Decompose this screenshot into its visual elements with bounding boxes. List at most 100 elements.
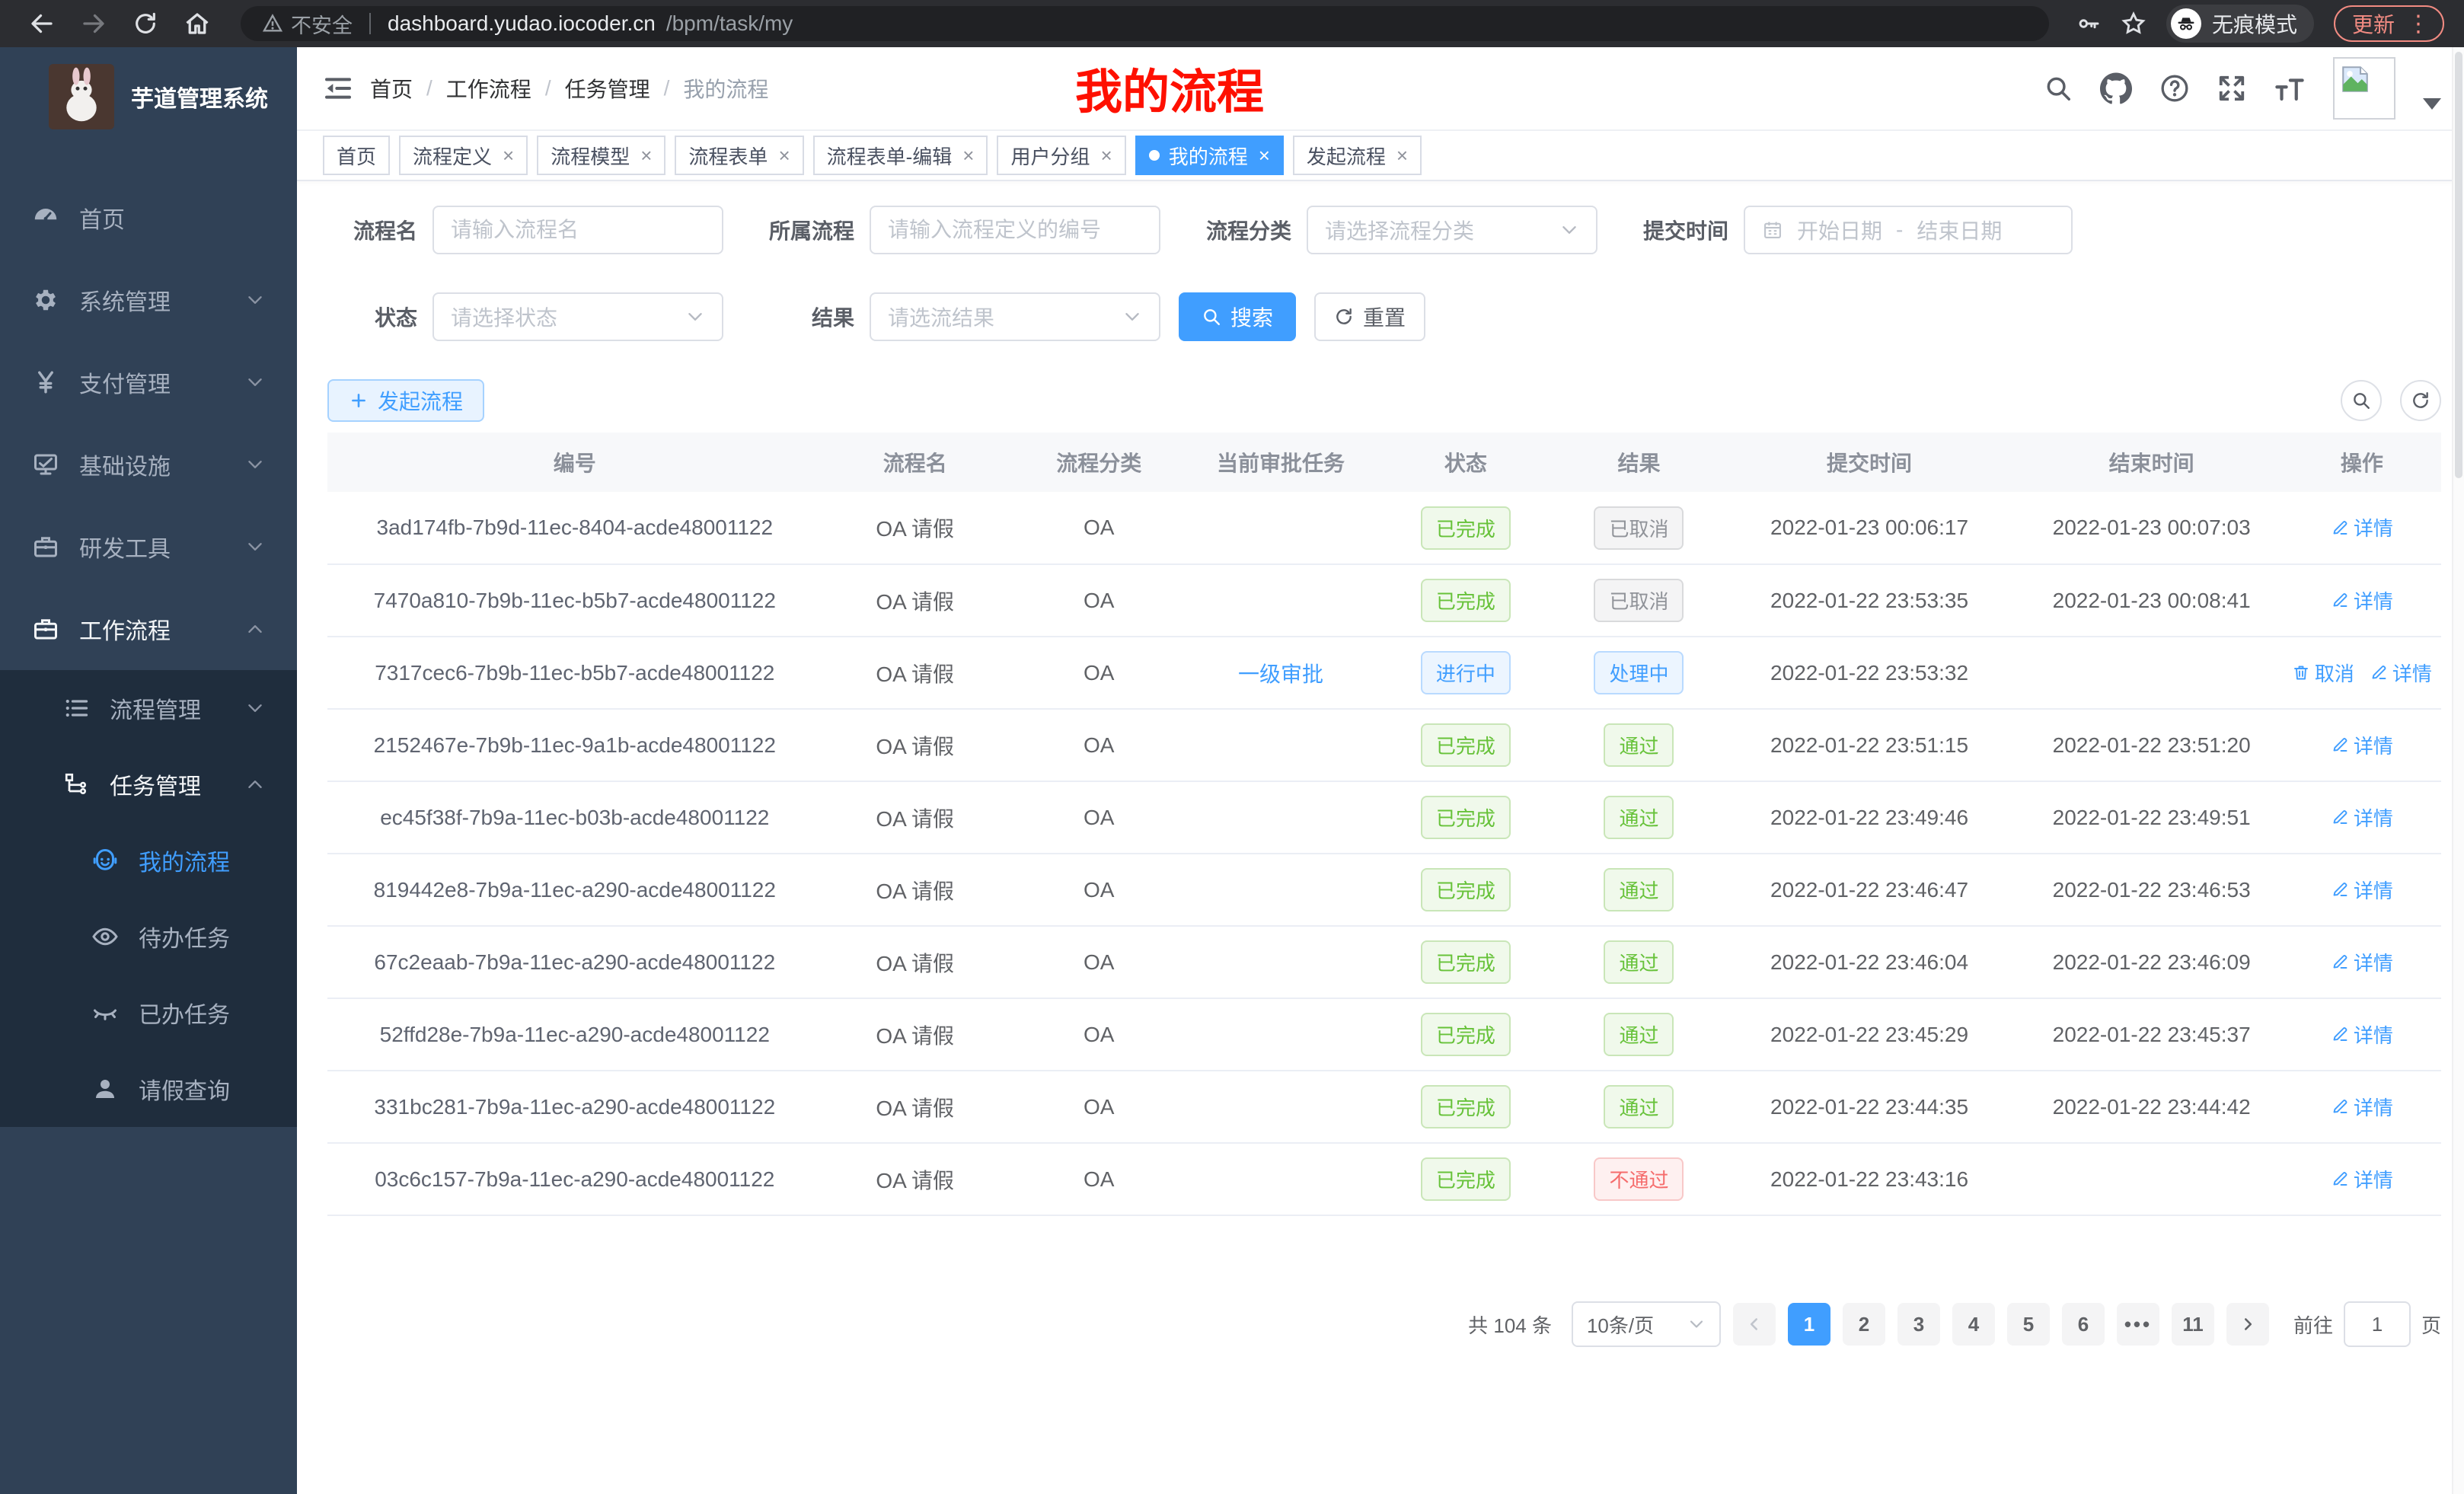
page-size-select[interactable]: 10条/页 (1572, 1301, 1721, 1347)
tab-my-process[interactable]: 我的流程 × (1135, 136, 1284, 175)
current-task-link[interactable]: 一级审批 (1238, 662, 1323, 686)
sidebar-item-devtools[interactable]: 研发工具 (0, 506, 297, 588)
submit-time-range-picker[interactable]: 开始日期 - 结束日期 (1744, 206, 2073, 254)
status-select[interactable]: 请选择状态 (432, 292, 723, 341)
font-size-icon[interactable] (2274, 72, 2306, 104)
page-button-11[interactable]: 11 (2172, 1303, 2214, 1346)
browser-home-button[interactable] (175, 7, 219, 40)
sidebar-item-home[interactable]: 首页 (0, 177, 297, 259)
tab-process-form-edit[interactable]: 流程表单-编辑 × (813, 136, 988, 175)
tab-process-form[interactable]: 流程表单 × (675, 136, 803, 175)
sidebar-item-infrastructure[interactable]: 基础设施 (0, 423, 297, 506)
sidebar-item-workflow[interactable]: 工作流程 (0, 588, 297, 670)
address-bar[interactable]: 不安全 dashboard.yudao.iocoder.cn/bpm/task/… (241, 6, 2049, 41)
page-button-5[interactable]: 5 (2007, 1303, 2050, 1346)
close-icon[interactable]: × (1396, 144, 1408, 168)
start-process-button[interactable]: 发起流程 (327, 379, 484, 422)
close-icon[interactable]: × (640, 144, 652, 168)
github-icon[interactable] (2100, 72, 2132, 104)
close-icon[interactable]: × (503, 144, 514, 168)
process-name-input[interactable] (432, 206, 723, 254)
refresh-table-button[interactable] (2400, 380, 2441, 421)
sidebar-item-payment[interactable]: 支付管理 (0, 341, 297, 423)
prev-page-button[interactable] (1733, 1303, 1776, 1346)
browser-refresh-button[interactable] (123, 7, 168, 40)
cell-category: OA (1008, 492, 1190, 564)
detail-link[interactable]: 详情 (2331, 1093, 2393, 1121)
tab-user-group[interactable]: 用户分组 × (997, 136, 1125, 175)
breadcrumb-item[interactable]: 工作流程 (446, 73, 531, 104)
search-icon[interactable] (2044, 74, 2073, 103)
page-button-2[interactable]: 2 (1843, 1303, 1885, 1346)
help-icon[interactable] (2159, 73, 2190, 104)
next-page-button[interactable] (2226, 1303, 2269, 1346)
sidebar-item-my-process[interactable]: 我的流程 (0, 822, 297, 899)
avatar[interactable] (2333, 57, 2395, 120)
result-badge: 通过 (1604, 940, 1674, 984)
logo-row[interactable]: 芋道管理系统 (0, 47, 297, 146)
cancel-link[interactable]: 取消 (2292, 659, 2354, 687)
scrollbar-thumb[interactable] (2455, 52, 2462, 478)
owner-process-input[interactable] (870, 206, 1160, 254)
cell-process-name: OA 请假 (822, 637, 1008, 709)
security-warning[interactable]: 不安全 (262, 9, 353, 39)
sidebar-item-system[interactable]: 系统管理 (0, 259, 297, 341)
result-select[interactable]: 请选流结果 (870, 292, 1160, 341)
column-header: 流程分类 (1008, 433, 1190, 492)
cell-process-id: 7317cec6-7b9b-11ec-b5b7-acde48001122 (327, 637, 822, 709)
sidebar-item-process-mgmt[interactable]: 流程管理 (0, 670, 297, 746)
detail-link[interactable]: 详情 (2331, 1020, 2393, 1049)
browser-forward-button[interactable] (72, 7, 116, 40)
breadcrumb-item[interactable]: 首页 (370, 73, 413, 104)
detail-link[interactable]: 详情 (2331, 1165, 2393, 1193)
tab-start-process[interactable]: 发起流程 × (1293, 136, 1422, 175)
close-icon[interactable]: × (1259, 144, 1270, 168)
page-button-4[interactable]: 4 (1952, 1303, 1995, 1346)
close-icon[interactable]: × (778, 144, 790, 168)
tab-home[interactable]: 首页 (323, 136, 390, 175)
cell-process-name: OA 请假 (822, 709, 1008, 781)
page-button-1[interactable]: 1 (1788, 1303, 1830, 1346)
tab-process-definition[interactable]: 流程定义 × (399, 136, 528, 175)
sidebar-item-task-mgmt[interactable]: 任务管理 (0, 746, 297, 822)
toggle-search-button[interactable] (2341, 380, 2382, 421)
sidebar-fold-icon[interactable] (320, 70, 356, 107)
fullscreen-icon[interactable] (2217, 74, 2246, 103)
sidebar-item-todo-tasks[interactable]: 待办任务 (0, 899, 297, 975)
goto-page-input[interactable] (2344, 1301, 2411, 1347)
bookmark-star-icon[interactable] (2121, 11, 2146, 37)
category-select[interactable]: 请选择流程分类 (1307, 206, 1597, 254)
sidebar-item-label: 研发工具 (79, 530, 245, 563)
browser-menu-icon[interactable]: ⋮ (2407, 11, 2430, 37)
page-button-6[interactable]: 6 (2062, 1303, 2105, 1346)
page-button-3[interactable]: 3 (1897, 1303, 1940, 1346)
breadcrumb-item[interactable]: 任务管理 (565, 73, 650, 104)
sidebar-item-leave-query[interactable]: 请假查询 (0, 1051, 297, 1127)
detail-link[interactable]: 详情 (2331, 876, 2393, 904)
tab-process-model[interactable]: 流程模型 × (537, 136, 665, 175)
close-icon[interactable]: × (962, 144, 974, 168)
reset-button[interactable]: 重置 (1314, 292, 1425, 341)
close-icon[interactable]: × (1101, 144, 1112, 168)
cell-submit-time: 2022-01-22 23:49:46 (1719, 781, 2021, 854)
cell-process-id: 03c6c157-7b9a-11ec-a290-acde48001122 (327, 1143, 822, 1215)
filter-label-category: 流程分类 (1202, 215, 1291, 245)
detail-link[interactable]: 详情 (2331, 731, 2393, 759)
avatar-caret-icon[interactable] (2423, 98, 2441, 110)
key-icon[interactable] (2076, 11, 2101, 36)
detail-link[interactable]: 详情 (2331, 586, 2393, 615)
detail-link[interactable]: 详情 (2331, 948, 2393, 976)
url-host: dashboard.yudao.iocoder.cn (388, 11, 656, 36)
cell-operations: 取消详情 (2283, 637, 2441, 709)
detail-link[interactable]: 详情 (2370, 659, 2432, 687)
pages-more-button[interactable]: ••• (2117, 1303, 2159, 1346)
app-logo (49, 64, 114, 129)
cell-end-time: 2022-01-22 23:44:42 (2021, 1071, 2283, 1143)
browser-update-button[interactable]: 更新 ⋮ (2334, 5, 2444, 42)
search-button[interactable]: 搜索 (1179, 292, 1296, 341)
sidebar-item-done-tasks[interactable]: 已办任务 (0, 975, 297, 1051)
browser-back-button[interactable] (20, 7, 64, 40)
detail-link[interactable]: 详情 (2331, 803, 2393, 832)
detail-link[interactable]: 详情 (2331, 513, 2393, 541)
window-scrollbar[interactable] (2452, 47, 2464, 1494)
